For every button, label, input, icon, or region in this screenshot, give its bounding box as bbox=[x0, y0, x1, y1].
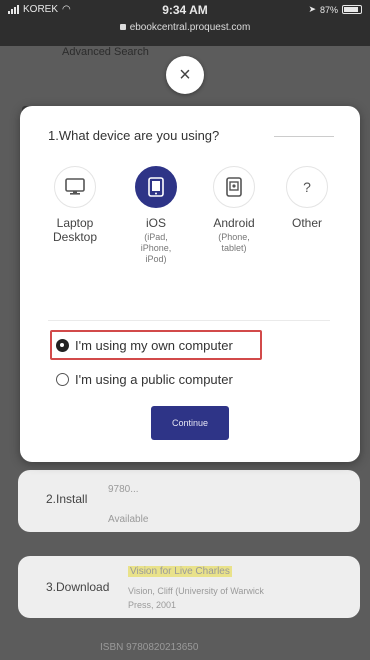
question-icon: ? bbox=[303, 179, 311, 195]
monitor-icon bbox=[65, 178, 85, 195]
lock-icon bbox=[119, 24, 126, 30]
url-bar[interactable]: ebookcentral.proquest.com bbox=[0, 22, 370, 33]
download-faded-press: Press, 2001 bbox=[128, 600, 177, 610]
download-faded-author: Vision, Cliff (University of Warwick bbox=[128, 586, 264, 596]
modal-title: 1.What device are you using? bbox=[48, 128, 220, 143]
section-divider bbox=[48, 320, 330, 321]
device-circle-android bbox=[213, 166, 255, 208]
device-option-other[interactable]: ? Other bbox=[272, 166, 342, 230]
device-modal: 1.What device are you using? Laptop Desk… bbox=[20, 106, 360, 462]
title-divider bbox=[274, 136, 334, 137]
device-label-laptop: Laptop bbox=[56, 216, 94, 230]
device-circle-laptop bbox=[54, 166, 96, 208]
advanced-search-link[interactable]: Advanced Search bbox=[62, 46, 149, 58]
radio-button-public[interactable] bbox=[56, 373, 69, 386]
device-option-android[interactable]: Android (Phone, tablet) bbox=[199, 166, 269, 254]
status-right: ➤ 87% bbox=[308, 4, 362, 15]
continue-button[interactable]: Continue bbox=[151, 406, 229, 440]
device-circle-other: ? bbox=[286, 166, 328, 208]
device-sub-android-1: (Phone, bbox=[218, 232, 250, 242]
download-step-label: 3.Download bbox=[46, 580, 110, 594]
close-button[interactable]: × bbox=[166, 56, 204, 94]
device-sub-ios-3: iPod) bbox=[145, 254, 167, 264]
download-faded-title: Vision for Live Charles bbox=[128, 566, 232, 577]
install-faded-text: 9780... bbox=[108, 484, 139, 495]
url-text: ebookcentral.proquest.com bbox=[129, 22, 251, 33]
device-option-ios[interactable]: iOS (iPad, iPhone, iPod) bbox=[121, 166, 191, 265]
device-label-android: Android bbox=[213, 216, 255, 230]
device-sub-android-2: tablet) bbox=[221, 243, 247, 253]
status-bar: KOREK ◠ 9:34 AM ➤ 87% ebookcentral.proqu… bbox=[0, 0, 370, 46]
location-icon: ➤ bbox=[308, 4, 316, 14]
tablet-icon bbox=[148, 177, 164, 197]
android-device-icon bbox=[226, 177, 242, 197]
device-label-other: Other bbox=[291, 216, 322, 230]
radio-label-own: I'm using my own computer bbox=[75, 338, 233, 353]
device-sub-ios-2: iPhone, bbox=[140, 243, 172, 253]
install-step-label: 2.Install bbox=[46, 492, 88, 506]
battery-icon bbox=[342, 5, 362, 14]
device-option-laptop[interactable]: Laptop Desktop bbox=[40, 166, 110, 244]
radio-button-own[interactable] bbox=[56, 339, 69, 352]
install-step-card[interactable]: 2.Install 9780... Available bbox=[18, 470, 360, 532]
install-available-text: Available bbox=[108, 514, 149, 525]
device-circle-ios bbox=[135, 166, 177, 208]
battery-percent: 87% bbox=[319, 4, 338, 15]
device-sub-ios-1: (iPad, bbox=[144, 232, 168, 242]
radio-public-computer[interactable]: I'm using a public computer bbox=[56, 372, 233, 387]
download-step-card[interactable]: 3.Download Vision for Live Charles Visio… bbox=[18, 556, 360, 618]
radio-own-computer[interactable]: I'm using my own computer bbox=[56, 338, 233, 353]
device-label-ios: iOS bbox=[145, 216, 166, 230]
device-label-desktop: Desktop bbox=[52, 230, 98, 244]
download-faded-isbn: ISBN 9780820213650 bbox=[100, 642, 199, 653]
radio-label-public: I'm using a public computer bbox=[75, 372, 233, 387]
